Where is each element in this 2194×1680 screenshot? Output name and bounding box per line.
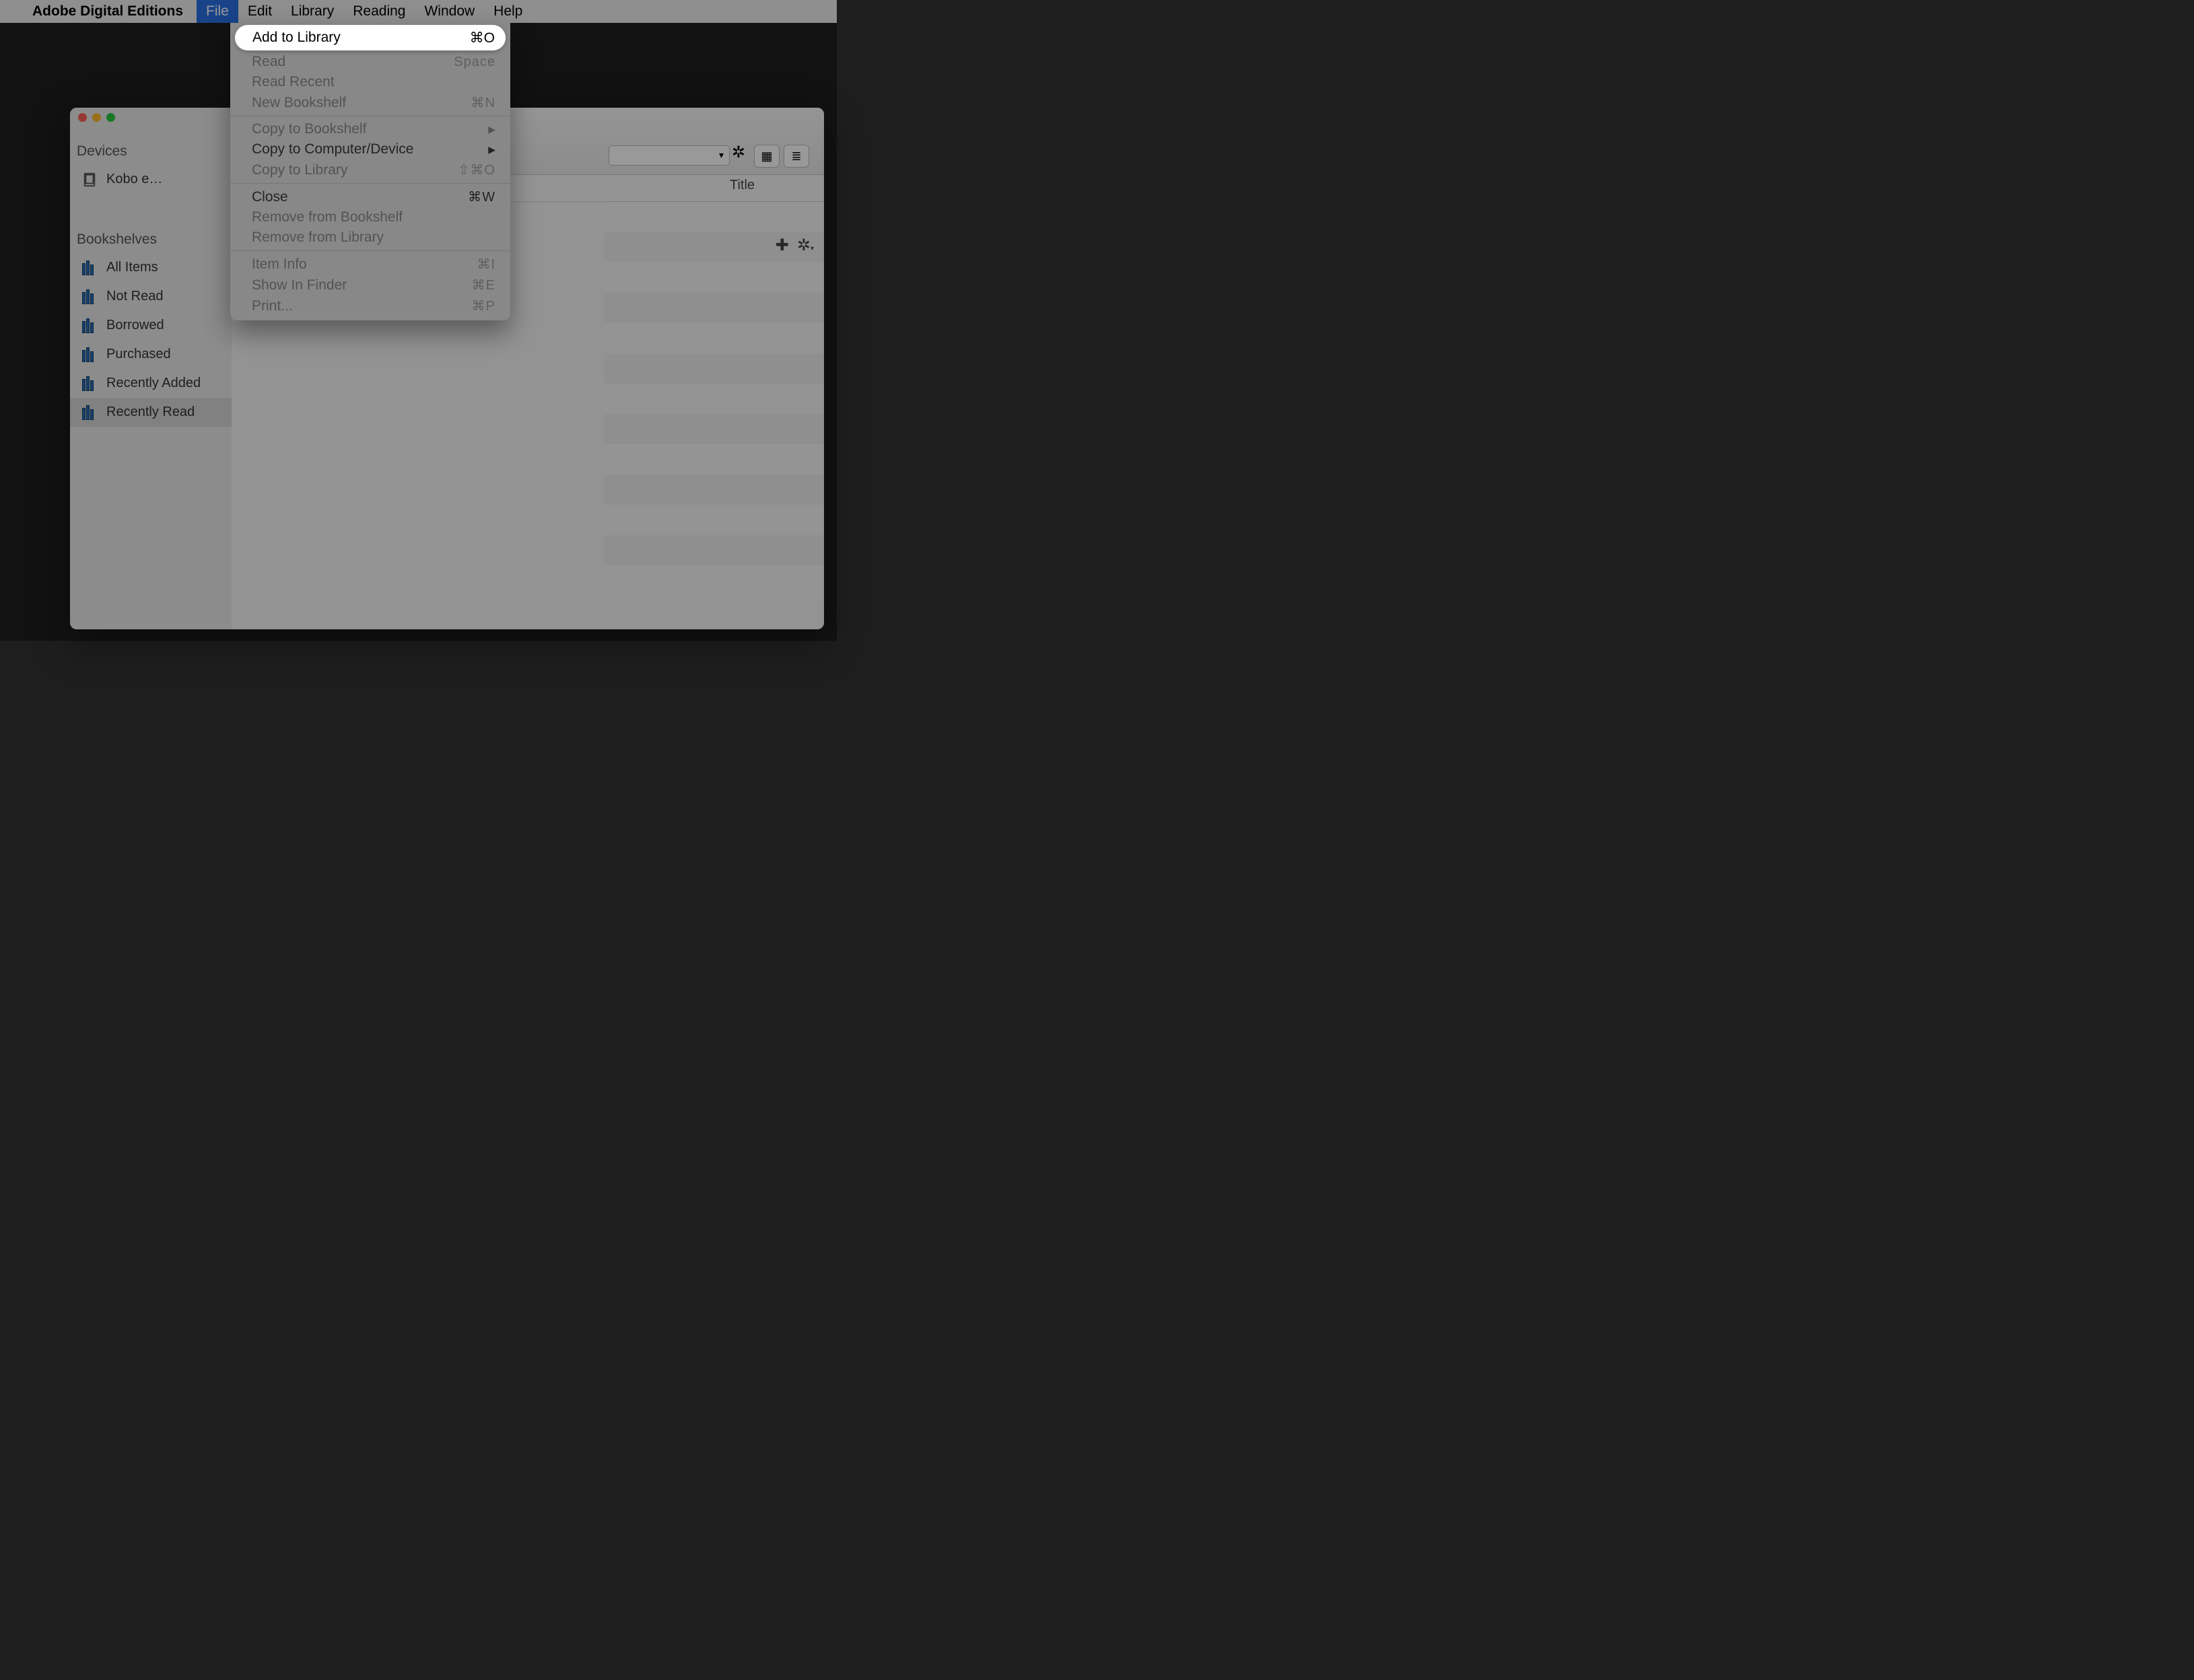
shelf-label: Recently Added [106, 376, 201, 391]
menu-item-shortcut: Space [454, 55, 495, 70]
menu-remove-from-library: Remove from Library [230, 228, 510, 248]
menu-item-shortcut: ⇧⌘O [458, 162, 495, 178]
menu-window[interactable]: Window [415, 0, 484, 23]
menu-item-label: Item Info [252, 256, 307, 273]
shelf-recently-added[interactable]: Recently Added [70, 369, 232, 398]
device-label: Kobo e… [106, 172, 162, 187]
menu-separator [230, 250, 510, 251]
bookshelves-heading: Bookshelves [70, 226, 232, 253]
table-row[interactable] [605, 384, 824, 414]
device-icon [82, 172, 97, 187]
app-name[interactable]: Adobe Digital Editions [32, 3, 183, 20]
table-row[interactable] [605, 202, 824, 232]
bookshelf-icon [82, 376, 97, 391]
gear-icon[interactable]: ✲▾ [797, 236, 814, 255]
menu-item-label: Copy to Computer/Device [252, 141, 413, 158]
menu-item-label: Print... [252, 298, 293, 314]
shelf-label: Not Read [106, 289, 164, 304]
table-row[interactable] [605, 293, 824, 323]
sidebar: Devices Kobo e… Bookshelves All Items No… [70, 108, 232, 629]
menu-file[interactable]: File [197, 0, 238, 23]
shelf-purchased[interactable]: Purchased [70, 340, 232, 369]
menu-copy-to-computer-device[interactable]: Copy to Computer/Device ▶ [230, 139, 510, 160]
menu-reading[interactable]: Reading [343, 0, 415, 23]
menu-read: Read Space [230, 52, 510, 72]
sort-select[interactable]: ▾ [609, 145, 730, 166]
menu-help[interactable]: Help [484, 0, 532, 23]
menu-item-label: Copy to Library [252, 162, 347, 178]
menu-item-shortcut: ⌘W [468, 188, 495, 205]
menu-new-bookshelf: New Bookshelf ⌘N [230, 92, 510, 113]
table-row[interactable] [605, 414, 824, 444]
menu-separator [230, 183, 510, 184]
submenu-arrow-icon: ▶ [488, 124, 495, 135]
bookshelf-icon [82, 289, 97, 304]
menu-item-shortcut: ⌘E [472, 277, 495, 293]
shelf-all-items[interactable]: All Items [70, 253, 232, 282]
bookshelf-icon [82, 405, 97, 420]
device-item[interactable]: Kobo e… [70, 165, 232, 194]
menu-remove-from-bookshelf: Remove from Bookshelf [230, 207, 510, 228]
table-row[interactable] [605, 475, 824, 505]
table-row[interactable] [605, 565, 824, 596]
menu-item-label: Remove from Bookshelf [252, 209, 403, 225]
table-row[interactable] [605, 444, 824, 475]
file-menu-dropdown: Add to Library ⌘O Read Space Read Recent… [230, 23, 510, 320]
menu-item-label: Add to Library [252, 30, 341, 46]
menu-item-label: Close [252, 189, 288, 205]
table-row[interactable] [605, 353, 824, 384]
grid-view-button[interactable]: ▦ [754, 145, 780, 168]
shelf-label: Recently Read [106, 405, 195, 420]
shelf-not-read[interactable]: Not Read [70, 282, 232, 311]
menu-item-label: Copy to Bookshelf [252, 121, 366, 137]
menu-edit[interactable]: Edit [238, 0, 281, 23]
menu-close[interactable]: Close ⌘W [230, 186, 510, 207]
menu-copy-to-library: Copy to Library ⇧⌘O [230, 160, 510, 180]
menu-item-label: Read [252, 54, 285, 70]
menu-item-shortcut: ⌘P [472, 298, 495, 314]
bookshelf-icon [82, 260, 97, 275]
table-row[interactable] [605, 262, 824, 293]
column-title[interactable]: Title [730, 178, 755, 193]
menu-copy-to-bookshelf: Copy to Bookshelf ▶ [230, 119, 510, 139]
chevron-down-icon: ▾ [719, 149, 724, 161]
menu-item-label: Remove from Library [252, 230, 384, 246]
gear-icon[interactable]: ✲ [732, 143, 745, 162]
table-row[interactable] [605, 505, 824, 535]
menu-read-recent: Read Recent [230, 72, 510, 92]
menu-item-label: Read Recent [252, 74, 335, 90]
table-row[interactable] [605, 323, 824, 353]
add-icon[interactable]: ✚ [776, 236, 789, 255]
menu-print: Print... ⌘P [230, 295, 510, 316]
menu-item-shortcut: ⌘O [470, 30, 495, 46]
table-row[interactable] [605, 535, 824, 565]
list-view-button[interactable]: ≣ [784, 145, 809, 168]
bookshelf-icon [82, 318, 97, 333]
menu-item-shortcut: ⌘I [477, 256, 495, 273]
menu-show-in-finder: Show In Finder ⌘E [230, 275, 510, 295]
devices-heading: Devices [70, 138, 232, 165]
menu-item-label: Show In Finder [252, 277, 347, 293]
shelf-label: Purchased [106, 347, 171, 362]
system-menubar: Adobe Digital Editions File Edit Library… [0, 0, 837, 23]
shelf-label: All Items [106, 260, 158, 275]
submenu-arrow-icon: ▶ [488, 144, 495, 155]
shelf-recently-read[interactable]: Recently Read [70, 398, 232, 427]
menu-item-shortcut: ⌘N [471, 94, 495, 111]
menu-add-to-library-highlight[interactable]: Add to Library ⌘O [235, 25, 506, 50]
bookshelf-icon [82, 347, 97, 362]
menu-item-label: New Bookshelf [252, 95, 346, 111]
shelf-label: Borrowed [106, 318, 164, 333]
menu-library[interactable]: Library [281, 0, 343, 23]
menu-item-info: Item Info ⌘I [230, 254, 510, 275]
shelf-borrowed[interactable]: Borrowed [70, 311, 232, 340]
